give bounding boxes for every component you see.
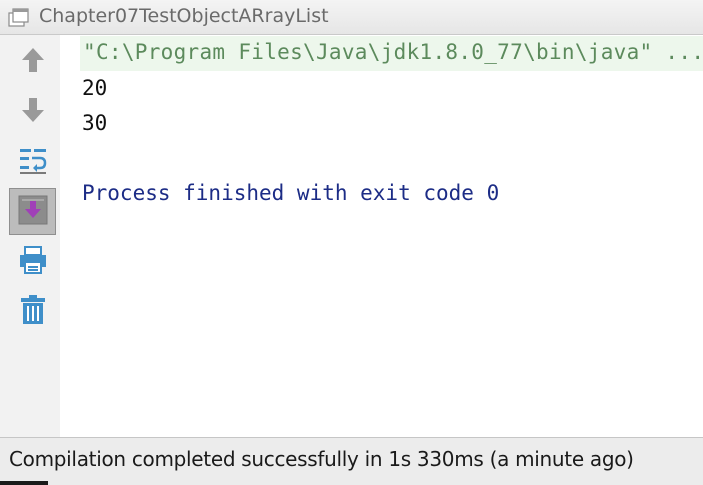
status-bar: Compilation completed successfully in 1s… bbox=[0, 437, 703, 485]
command-line: "C:\Program Files\Java\jdk1.8.0_77\bin\j… bbox=[80, 36, 703, 71]
status-bar-edge bbox=[0, 481, 48, 485]
arrow-up-icon bbox=[20, 46, 46, 78]
tool-window-title-bar: Chapter07TestObjectARrayList bbox=[0, 0, 703, 35]
print-button[interactable] bbox=[9, 238, 56, 285]
down-stack-trace-button[interactable] bbox=[9, 88, 56, 135]
scroll-to-end-icon bbox=[17, 194, 49, 230]
clear-all-button[interactable] bbox=[9, 288, 56, 335]
trash-icon bbox=[18, 294, 48, 330]
soft-wrap-icon bbox=[18, 145, 48, 179]
up-stack-trace-button[interactable] bbox=[9, 38, 56, 85]
process-exit-message: Process finished with exit code 0 bbox=[82, 181, 500, 205]
window-title: Chapter07TestObjectARrayList bbox=[39, 5, 329, 27]
output-line: 30 bbox=[82, 111, 108, 135]
console-output[interactable]: "C:\Program Files\Java\jdk1.8.0_77\bin\j… bbox=[60, 35, 703, 437]
output-line: 20 bbox=[82, 76, 108, 100]
soft-wrap-button[interactable] bbox=[9, 138, 56, 185]
print-icon bbox=[18, 245, 48, 279]
scroll-to-end-button[interactable] bbox=[9, 188, 56, 235]
run-console-icon bbox=[8, 8, 30, 28]
status-message[interactable]: Compilation completed successfully in 1s… bbox=[9, 447, 634, 471]
arrow-down-icon bbox=[20, 96, 46, 128]
console-toolbar bbox=[0, 35, 60, 437]
